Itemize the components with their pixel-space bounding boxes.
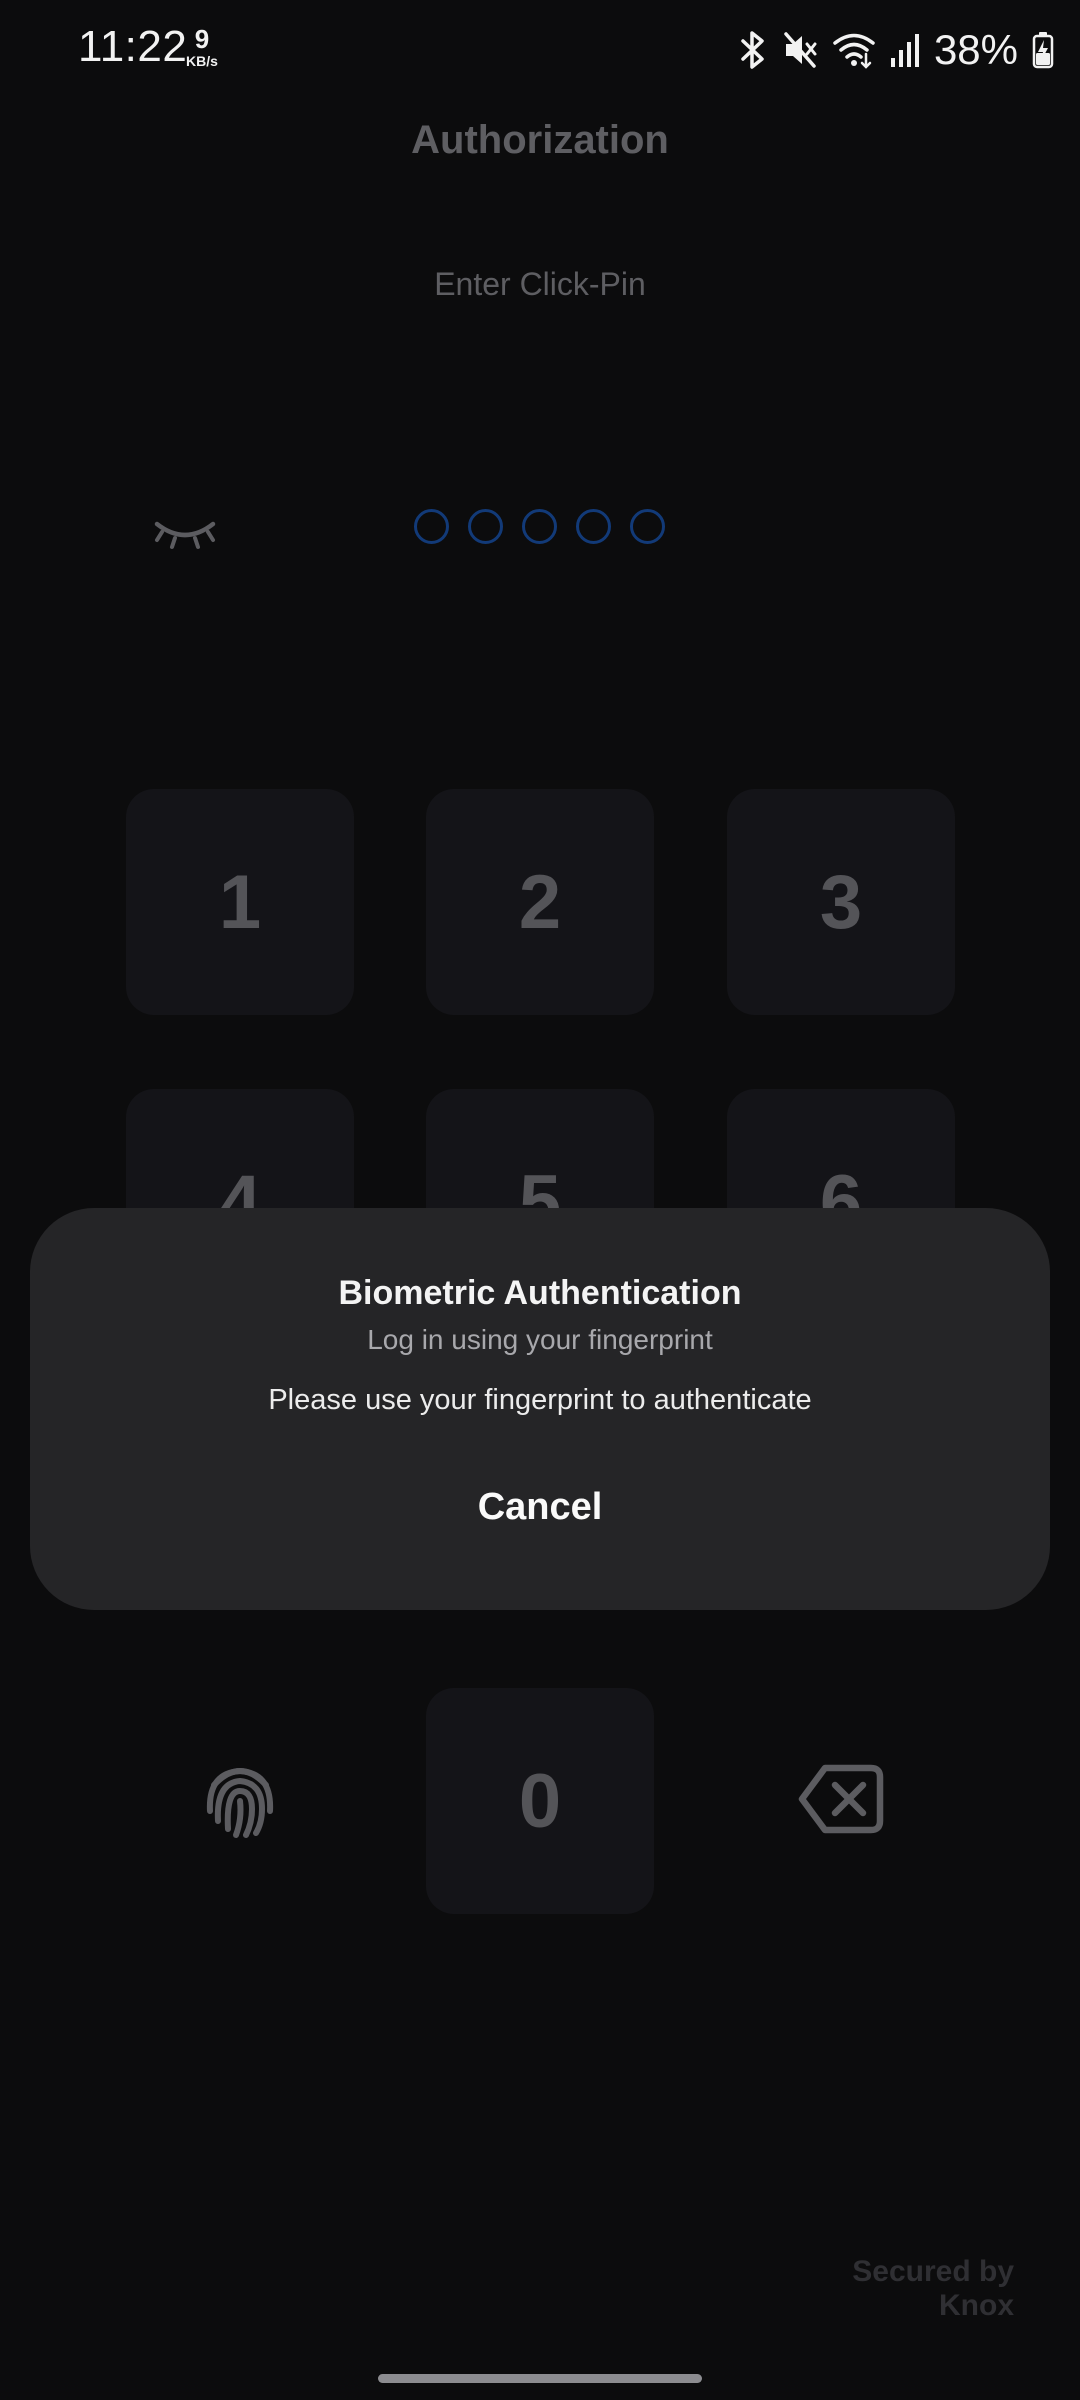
fingerprint-button[interactable] (126, 1688, 354, 1914)
pin-dot (576, 509, 611, 544)
network-speed-unit: KB/s (186, 53, 218, 69)
pin-dot (414, 509, 449, 544)
backspace-icon (797, 1763, 885, 1840)
pin-dot (630, 509, 665, 544)
key-3[interactable]: 3 (727, 789, 955, 1015)
dialog-description: Please use your fingerprint to authentic… (268, 1384, 812, 1416)
knox-label-line2: Knox (939, 2289, 1014, 2322)
home-indicator[interactable] (378, 2374, 702, 2383)
biometric-dialog: Biometric Authentication Log in using yo… (30, 1208, 1050, 1610)
bluetooth-icon (738, 30, 768, 70)
pin-dot (468, 509, 503, 544)
wifi-icon (832, 30, 876, 70)
status-icons: 38% (738, 24, 1054, 76)
eye-closed-icon[interactable] (150, 512, 220, 560)
dialog-subtitle: Log in using your fingerprint (367, 1324, 713, 1355)
backspace-button[interactable] (727, 1688, 955, 1914)
key-2[interactable]: 2 (426, 789, 654, 1015)
pin-dot (522, 509, 557, 544)
mute-icon (782, 30, 818, 70)
knox-label-line1: Secured by (852, 2255, 1014, 2288)
pin-indicator (414, 509, 665, 544)
pin-prompt: Enter Click-Pin (434, 266, 646, 302)
status-time: 11:22 (78, 22, 188, 71)
key-0[interactable]: 0 (426, 1688, 654, 1914)
battery-percent: 38% (933, 26, 1018, 73)
status-bar: 11:22 9 KB/s 38% (0, 0, 1080, 100)
battery-charging-icon (1032, 31, 1054, 69)
authorization-screen: 11:22 9 KB/s 38% Authorization Enter Cli… (0, 0, 1080, 2400)
network-speed: 9 KB/s (180, 26, 224, 68)
fingerprint-icon (200, 1759, 280, 1844)
signal-icon (890, 32, 920, 68)
network-speed-value: 9 (194, 24, 210, 54)
secured-by-knox-label: Secured by Knox (754, 2255, 1014, 2323)
page-title: Authorization (411, 118, 669, 162)
cancel-button[interactable]: Cancel (390, 1470, 690, 1544)
key-1[interactable]: 1 (126, 789, 354, 1015)
dialog-title: Biometric Authentication (338, 1274, 742, 1312)
